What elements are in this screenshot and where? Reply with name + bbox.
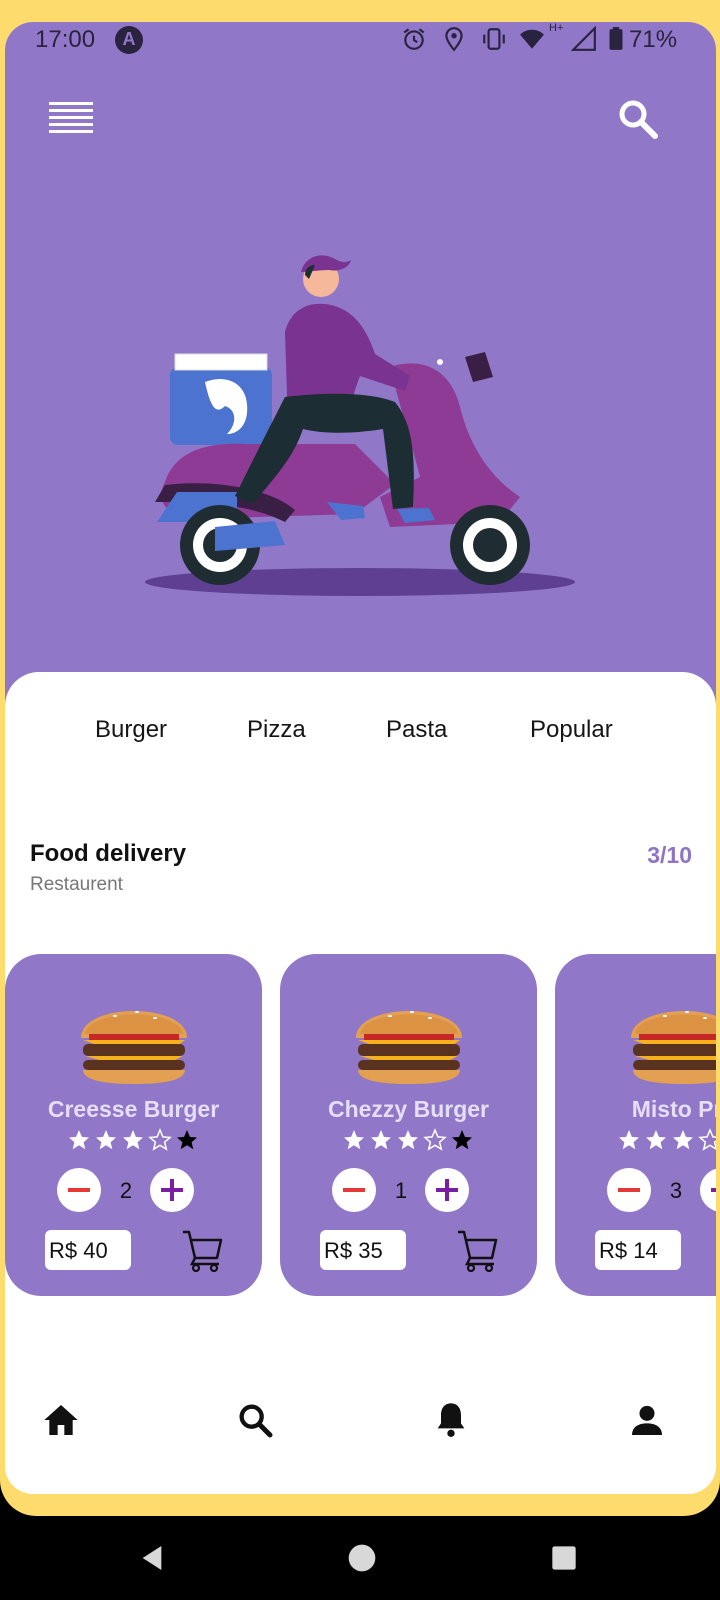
- user-icon[interactable]: [627, 1400, 667, 1440]
- plus-icon: [436, 1179, 458, 1201]
- star-icon: [96, 1130, 116, 1150]
- quantity-value: 2: [119, 1178, 133, 1203]
- price-value: R$ 35: [324, 1238, 383, 1263]
- delivery-scooter-illustration: [145, 255, 575, 596]
- menu-icon-line: [49, 102, 93, 105]
- product-name: Chezzy Burger: [327, 1096, 490, 1122]
- tab-popular[interactable]: Popular: [530, 716, 613, 744]
- product-carousel[interactable]: Creesse Burger 2 R$ 40 Chezzy Burger 1 R…: [5, 954, 716, 1299]
- increase-quantity-button[interactable]: [425, 1168, 469, 1212]
- quantity-value: 1: [394, 1178, 408, 1203]
- quantity-value: 3: [669, 1178, 683, 1203]
- decrease-quantity-button[interactable]: [332, 1168, 376, 1212]
- wifi-icon: [520, 29, 544, 49]
- battery-icon: [609, 27, 623, 50]
- section-subtitle: Restaurent: [30, 874, 123, 895]
- hero-banner: 17:00 A H+ 71%: [5, 22, 716, 742]
- home-icon[interactable]: [41, 1400, 81, 1440]
- increase-quantity-button[interactable]: [700, 1168, 716, 1212]
- star-icon: [673, 1130, 693, 1150]
- cart-icon[interactable]: [456, 1228, 498, 1272]
- star-icon: [646, 1130, 666, 1150]
- bottom-navigation: [5, 1380, 716, 1460]
- system-navigation-bar: [0, 1516, 720, 1600]
- menu-icon-line: [49, 116, 93, 119]
- device-frame: 17:00 A H+ 71% Burger Pizza Pasta Popula…: [0, 0, 720, 1516]
- rating-stars: [344, 1128, 472, 1151]
- tab-pasta[interactable]: Pasta: [386, 716, 447, 744]
- decrease-quantity-button[interactable]: [57, 1168, 101, 1212]
- status-bar: 17:00 A H+ 71%: [5, 22, 716, 58]
- back-icon[interactable]: [136, 1542, 168, 1574]
- menu-icon-line: [49, 109, 93, 112]
- search-icon[interactable]: [615, 96, 661, 142]
- content-sheet: Burger Pizza Pasta Popular Food delivery…: [5, 672, 716, 1494]
- menu-button[interactable]: [49, 102, 93, 138]
- star-half-icon: [148, 1128, 172, 1151]
- star-half-icon: [423, 1128, 447, 1151]
- cart-icon[interactable]: [181, 1228, 223, 1272]
- star-icon: [452, 1130, 472, 1150]
- signal-icon: [571, 26, 596, 51]
- recents-icon[interactable]: [550, 1544, 578, 1572]
- star-icon: [344, 1130, 364, 1150]
- menu-icon-line: [49, 123, 93, 126]
- vibrate-icon: [483, 28, 505, 50]
- burger-image: [631, 1011, 716, 1084]
- rating-stars: [69, 1128, 197, 1151]
- price-value: R$ 40: [49, 1238, 108, 1263]
- price-tag: R$ 14: [595, 1230, 681, 1270]
- location-icon: [445, 27, 463, 52]
- tab-pizza[interactable]: Pizza: [247, 716, 306, 744]
- battery-percent: 71%: [629, 26, 678, 53]
- star-icon: [177, 1130, 197, 1150]
- burger-image: [81, 1011, 187, 1084]
- star-icon: [123, 1130, 143, 1150]
- star-icon: [371, 1130, 391, 1150]
- minus-icon: [618, 1188, 640, 1192]
- notification-letter: A: [122, 29, 136, 49]
- category-tabs: Burger Pizza Pasta Popular: [5, 716, 716, 756]
- star-half-icon: [698, 1128, 716, 1151]
- product-card[interactable]: Chezzy Burger 1 R$ 35: [280, 954, 537, 1296]
- section-title: Food delivery: [30, 840, 187, 867]
- notification-icon: A: [115, 26, 143, 54]
- minus-icon: [343, 1188, 365, 1192]
- star-icon: [398, 1130, 418, 1150]
- network-label: H+: [549, 22, 564, 34]
- product-name: Misto Pre: [631, 1096, 716, 1122]
- product-card[interactable]: Creesse Burger 2 R$ 40: [5, 954, 262, 1296]
- status-time: 17:00: [35, 26, 96, 53]
- star-icon: [619, 1130, 639, 1150]
- star-icon: [69, 1130, 89, 1150]
- price-value: R$ 14: [599, 1238, 658, 1263]
- home-circle-icon[interactable]: [346, 1542, 378, 1574]
- menu-icon-line: [49, 130, 93, 133]
- burger-image: [356, 1011, 462, 1084]
- price-tag: R$ 35: [320, 1230, 406, 1270]
- rating-stars: [619, 1128, 716, 1151]
- search-icon[interactable]: [235, 1400, 275, 1440]
- plus-icon: [711, 1188, 716, 1192]
- tab-burger[interactable]: Burger: [95, 716, 167, 744]
- product-card[interactable]: Misto Pre 3 R$ 14: [555, 954, 716, 1296]
- minus-icon: [68, 1188, 90, 1192]
- alarm-icon: [403, 28, 425, 50]
- app-screen: 17:00 A H+ 71% Burger Pizza Pasta Popula…: [5, 22, 716, 1494]
- increase-quantity-button[interactable]: [150, 1168, 194, 1212]
- plus-icon: [161, 1179, 183, 1201]
- price-tag: R$ 40: [45, 1230, 131, 1270]
- section-counter: 3/10: [647, 842, 692, 868]
- product-name: Creesse Burger: [47, 1096, 220, 1122]
- decrease-quantity-button[interactable]: [607, 1168, 651, 1212]
- bell-icon[interactable]: [431, 1400, 471, 1440]
